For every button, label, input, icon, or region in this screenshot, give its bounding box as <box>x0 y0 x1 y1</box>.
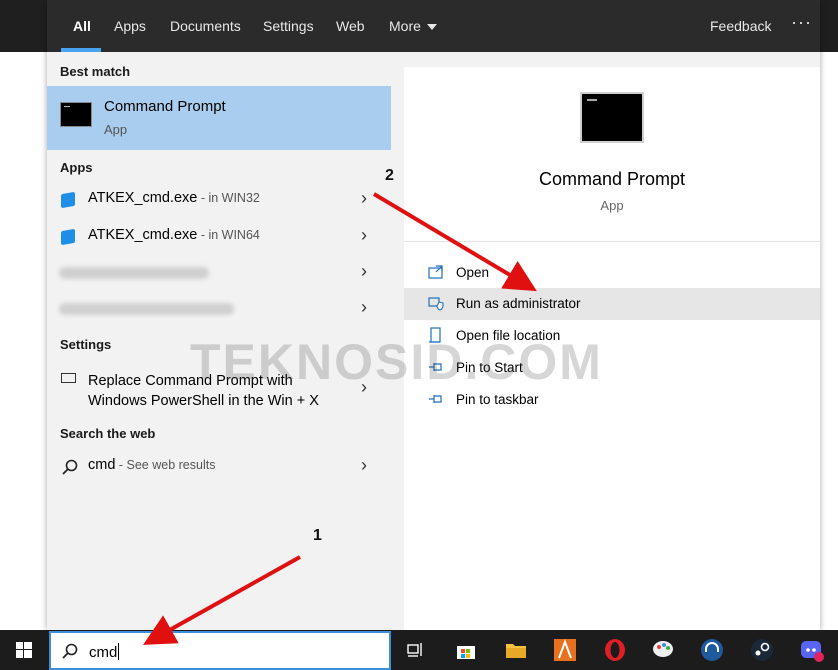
action-label: Open <box>456 265 490 280</box>
web-search-query: cmd <box>88 457 116 473</box>
app-name: ATKEX_cmd.exe - in WIN64 <box>88 227 260 243</box>
search-icon <box>62 643 78 659</box>
list-item-app[interactable]: ATKEX_cmd.exe - in WIN32 › <box>47 183 391 217</box>
divider <box>404 241 820 242</box>
app-location: - in WIN32 <box>197 191 260 205</box>
discord-icon[interactable] <box>800 638 824 662</box>
best-match-title: Command Prompt <box>104 98 226 115</box>
web-search-item[interactable]: cmd - See web results › <box>47 450 391 484</box>
list-item-blurred[interactable]: › <box>47 256 391 290</box>
cmd-icon <box>580 92 644 143</box>
search-icon <box>62 459 78 475</box>
action-open[interactable]: Open <box>404 257 820 289</box>
app-cube-icon <box>61 228 75 246</box>
tab-more-label: More <box>389 18 421 34</box>
action-label: Pin to taskbar <box>456 392 539 407</box>
tab-apps[interactable]: Apps <box>114 18 146 34</box>
store-icon[interactable] <box>454 638 478 662</box>
chevron-down-icon <box>426 24 437 31</box>
start-search-panel: All Apps Documents Settings Web More Fee… <box>47 0 820 630</box>
headset-icon[interactable] <box>700 638 724 662</box>
action-label: Run as administrator <box>456 296 581 311</box>
text-caret <box>118 643 120 660</box>
more-options-button[interactable]: ··· <box>791 12 812 33</box>
settings-label-line2: Windows PowerShell in the Win + X <box>88 393 319 409</box>
list-item-blurred[interactable]: › <box>47 292 391 326</box>
feedback-button[interactable]: Feedback <box>710 18 771 34</box>
section-heading-settings: Settings <box>60 337 112 352</box>
pin-icon <box>429 395 442 403</box>
section-heading-search-web: Search the web <box>60 426 156 441</box>
app-cube-icon <box>61 191 75 209</box>
cmd-icon <box>60 102 92 127</box>
detail-title: Command Prompt <box>538 169 686 189</box>
chevron-right-icon[interactable]: › <box>361 297 367 318</box>
tab-documents[interactable]: Documents <box>170 18 241 34</box>
app-a-icon[interactable] <box>553 638 577 662</box>
tab-more[interactable]: More <box>389 18 437 34</box>
annotation-number-2: 2 <box>385 167 394 184</box>
opera-icon[interactable] <box>603 638 627 662</box>
list-item-app[interactable]: ATKEX_cmd.exe - in WIN64 › <box>47 220 391 254</box>
section-heading-best-match: Best match <box>60 64 131 79</box>
open-icon <box>428 265 443 279</box>
app-location: - in WIN64 <box>197 228 260 242</box>
web-search-suffix: - See web results <box>115 458 216 472</box>
tab-settings[interactable]: Settings <box>263 18 314 34</box>
detail-subtitle: App <box>600 198 624 213</box>
chevron-right-icon[interactable]: › <box>361 261 367 282</box>
chevron-right-icon[interactable]: › <box>361 225 367 246</box>
web-search-label: cmd - See web results <box>88 457 215 473</box>
taskbar-search-box[interactable]: cmd <box>49 631 391 670</box>
app-name-text: ATKEX_cmd.exe <box>88 227 198 243</box>
paint-icon[interactable] <box>652 638 676 662</box>
file-explorer-icon[interactable] <box>504 638 528 662</box>
app-name-text: ATKEX_cmd.exe <box>88 190 198 206</box>
shield-icon <box>428 297 444 311</box>
best-match-item[interactable]: Command Prompt App <box>47 86 391 150</box>
section-heading-apps: Apps <box>60 160 93 175</box>
blurred-item <box>59 303 234 315</box>
chevron-right-icon[interactable]: › <box>361 188 367 209</box>
tab-all[interactable]: All <box>73 18 91 34</box>
action-run-as-administrator[interactable]: Run as administrator <box>404 288 820 320</box>
search-input[interactable]: cmd <box>89 643 120 661</box>
annotation-number-1: 1 <box>313 527 322 544</box>
watermark: TEKNOSID.COM <box>190 334 603 390</box>
search-input-value: cmd <box>89 644 118 661</box>
windows-start-icon[interactable] <box>0 630 48 670</box>
task-view-icon[interactable] <box>404 638 428 662</box>
app-name: ATKEX_cmd.exe - in WIN32 <box>88 190 260 206</box>
monitor-icon <box>61 373 76 383</box>
steam-icon[interactable] <box>750 638 774 662</box>
tab-web[interactable]: Web <box>336 18 365 34</box>
search-tabs: All Apps Documents Settings Web More Fee… <box>47 0 820 52</box>
blurred-item <box>59 267 209 279</box>
best-match-subtitle: App <box>104 122 128 137</box>
chevron-right-icon[interactable]: › <box>361 455 367 476</box>
